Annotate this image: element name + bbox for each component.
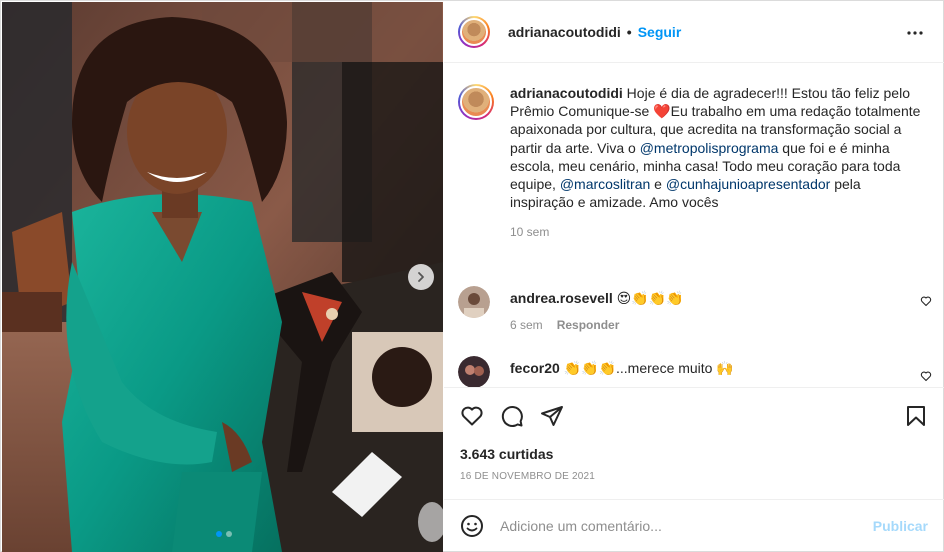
caption-time[interactable]: 10 sem xyxy=(510,225,928,239)
share-icon[interactable] xyxy=(540,404,564,428)
post-actions: 3.643 curtidas 16 DE NOVEMBRO DE 2021 xyxy=(444,387,944,499)
commenter-username[interactable]: fecor20 xyxy=(510,360,560,376)
post-date[interactable]: 16 DE NOVEMBRO DE 2021 xyxy=(460,471,595,482)
photo-image xyxy=(2,2,443,552)
comment-like-icon[interactable] xyxy=(920,295,932,307)
more-options-button[interactable] xyxy=(906,24,924,42)
heart-emoji: ❤️ xyxy=(653,103,671,120)
mention-link[interactable]: @cunhajunioapresentador xyxy=(666,176,830,192)
carousel-indicator xyxy=(216,531,232,537)
header-separator: • xyxy=(626,24,632,40)
commenter-username[interactable]: andrea.rosevell xyxy=(510,290,613,306)
caption-username[interactable]: adrianacoutodidi xyxy=(510,85,623,101)
caption-segment: e xyxy=(650,176,666,193)
carousel-dot xyxy=(226,531,232,537)
emoji-icon[interactable] xyxy=(460,514,484,538)
caption-avatar[interactable] xyxy=(458,84,494,120)
comment-time[interactable]: 6 sem xyxy=(510,318,543,332)
caption-text: adrianacoutodidi Hoje é dia de agradecer… xyxy=(510,84,928,211)
author-avatar[interactable] xyxy=(458,16,490,48)
add-comment-bar: Publicar xyxy=(444,499,944,552)
more-horizontal-icon xyxy=(907,31,923,35)
mention-link[interactable]: @metropolisprograma xyxy=(640,140,779,156)
likes-count[interactable]: 3.643 curtidas xyxy=(460,446,553,462)
post-header: adrianacoutodidi • Seguir xyxy=(444,2,944,63)
commenter-avatar[interactable] xyxy=(458,356,490,387)
bookmark-icon[interactable] xyxy=(904,404,928,428)
post-modal: adrianacoutodidi • Seguir adrianacoutodi… xyxy=(0,0,944,552)
mention-link[interactable]: @marcoslitran xyxy=(560,176,650,192)
post-side-panel: adrianacoutodidi • Seguir adrianacoutodi… xyxy=(444,2,944,552)
comment-text: 👏👏👏...merece muito 🙌 xyxy=(559,360,734,376)
chevron-right-icon xyxy=(418,272,424,282)
comment-text: 😍👏👏👏 xyxy=(612,290,684,306)
heart-icon[interactable] xyxy=(460,404,484,428)
follow-button[interactable]: Seguir xyxy=(638,24,682,40)
comments-section[interactable]: adrianacoutodidi Hoje é dia de agradecer… xyxy=(444,64,944,387)
comment-input[interactable] xyxy=(500,518,873,534)
publish-button[interactable]: Publicar xyxy=(873,518,928,534)
carousel-next-button[interactable] xyxy=(408,264,434,290)
post-caption: adrianacoutodidi Hoje é dia de agradecer… xyxy=(458,84,928,239)
commenter-avatar[interactable] xyxy=(458,286,490,318)
post-photo[interactable] xyxy=(2,2,443,552)
carousel-dot-active xyxy=(216,531,222,537)
reply-button[interactable]: Responder xyxy=(557,318,620,332)
comment-like-icon[interactable] xyxy=(920,370,932,382)
author-username[interactable]: adrianacoutodidi xyxy=(508,24,621,40)
comment-icon[interactable] xyxy=(500,404,524,428)
